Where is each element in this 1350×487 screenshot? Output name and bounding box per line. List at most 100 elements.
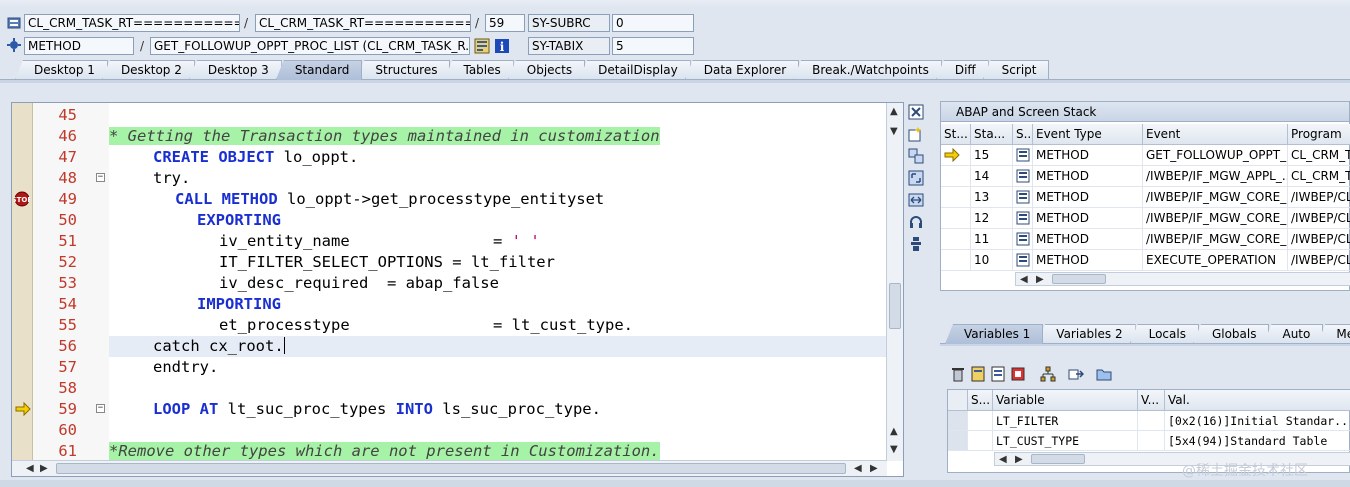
fold-toggle[interactable]: −	[96, 173, 105, 182]
stack-event-cell[interactable]: GET_FOLLOWUP_OPPT_...	[1143, 145, 1288, 166]
scroll-right-icon[interactable]: ▶	[40, 464, 48, 474]
stack-event-cell[interactable]: /IWBEP/IF_MGW_CORE_...	[1143, 229, 1288, 250]
navigate-icon[interactable]	[1068, 366, 1085, 382]
scroll-right-icon[interactable]: ▶	[1036, 275, 1044, 285]
headset-icon[interactable]	[908, 214, 924, 230]
tab-structures[interactable]: Structures	[356, 60, 451, 80]
fold-toggle[interactable]: −	[96, 404, 105, 413]
tab-desktop-2[interactable]: Desktop 2	[101, 60, 195, 80]
class-field[interactable]: CL_CRM_TASK_RT================	[24, 14, 240, 32]
tab-script[interactable]: Script	[982, 60, 1050, 80]
stack-level-cell[interactable]: 15	[971, 145, 1013, 166]
col-header[interactable]: S...	[1013, 124, 1033, 145]
code-text-area[interactable]: * Getting the Transaction types maintain…	[109, 103, 887, 461]
scroll-right-icon[interactable]: ▶	[1015, 455, 1023, 465]
stack-status-cell[interactable]	[941, 166, 971, 187]
col-header[interactable]: Sta...	[971, 124, 1013, 145]
stack-level-cell[interactable]: 12	[971, 208, 1013, 229]
stack-status-cell[interactable]	[941, 187, 971, 208]
scroll-thumb[interactable]	[56, 463, 846, 474]
col-header[interactable]	[948, 390, 968, 411]
scroll-left-icon[interactable]: ◀	[854, 464, 862, 474]
stack-event-cell[interactable]: /IWBEP/IF_MGW_CORE_...	[1143, 187, 1288, 208]
folder-icon[interactable]	[1096, 366, 1112, 382]
col-header[interactable]: Event Type	[1033, 124, 1143, 145]
variable-name-cell[interactable]: LT_CUST_TYPE	[993, 431, 1138, 451]
tab-breakpoints[interactable]: Break./Watchpoints	[793, 60, 942, 80]
stack-source-cell[interactable]	[1013, 229, 1033, 250]
scroll-right-icon[interactable]: ▶	[870, 464, 878, 474]
tab-variables-2[interactable]: Variables 2	[1037, 324, 1136, 344]
variable-value-cell[interactable]: [0x2(16)]Initial Standar...	[1165, 411, 1350, 431]
delete-icon[interactable]	[950, 366, 966, 382]
tab-desktop-1[interactable]: Desktop 1	[15, 60, 108, 80]
hierarchy-icon[interactable]	[1040, 366, 1056, 382]
stack-event-cell[interactable]: EXECUTE_OPERATION	[1143, 250, 1288, 271]
sy-tabix-value[interactable]: 5	[612, 37, 694, 55]
stack-level-cell[interactable]: 11	[971, 229, 1013, 250]
stack-program-cell[interactable]: /IWBEP/CL_	[1288, 187, 1350, 208]
settings-tool-icon[interactable]	[908, 236, 924, 252]
stack-level-cell[interactable]: 14	[971, 166, 1013, 187]
scroll-down-icon[interactable]: ▼	[890, 445, 898, 455]
tab-auto[interactable]: Auto	[1263, 324, 1324, 344]
tab-detaildisplay[interactable]: DetailDisplay	[579, 60, 691, 80]
info-icon[interactable]: i	[494, 38, 510, 54]
stack-level-cell[interactable]: 13	[971, 187, 1013, 208]
stack-event-type-cell[interactable]: METHOD	[1033, 166, 1143, 187]
event-type-field[interactable]: METHOD	[24, 37, 134, 55]
stack-status-cell[interactable]	[941, 250, 971, 271]
display-source-icon[interactable]	[474, 38, 490, 54]
include-field[interactable]: CL_CRM_TASK_RT================	[255, 14, 471, 32]
tab-diff[interactable]: Diff	[935, 60, 989, 80]
scroll-left-icon[interactable]: ◀	[26, 464, 34, 474]
scroll-thumb[interactable]	[1052, 274, 1106, 284]
tab-tables[interactable]: Tables	[444, 60, 514, 80]
variable-status-cell[interactable]	[968, 411, 993, 431]
stack-source-cell[interactable]	[1013, 166, 1033, 187]
scroll-down-icon[interactable]: ▼	[890, 127, 898, 137]
breakpoint-icon[interactable]: STOP	[12, 191, 32, 207]
col-header[interactable]: St...	[941, 124, 971, 145]
swap-tool-icon[interactable]	[908, 148, 924, 164]
stack-source-cell[interactable]	[1013, 208, 1033, 229]
stack-event-type-cell[interactable]: METHOD	[1033, 187, 1143, 208]
stack-horizontal-scrollbar[interactable]: ◀ ▶	[1015, 272, 1350, 286]
load-variables-icon[interactable]	[990, 366, 1006, 382]
tab-locals[interactable]: Locals	[1129, 324, 1199, 344]
stack-program-cell[interactable]: /IWBEP/CL_	[1288, 229, 1350, 250]
variable-status-cell[interactable]	[968, 431, 993, 451]
tab-variables-1[interactable]: Variables 1	[945, 324, 1044, 344]
stack-program-cell[interactable]: CL_CRM_TA	[1288, 145, 1350, 166]
stack-status-cell[interactable]	[941, 208, 971, 229]
scroll-thumb[interactable]	[1031, 454, 1085, 464]
close-icon[interactable]	[908, 104, 924, 120]
sy-subrc-value[interactable]: 0	[612, 14, 694, 32]
new-window-icon[interactable]	[908, 126, 924, 142]
scroll-thumb[interactable]	[889, 283, 901, 329]
variable-view-cell[interactable]	[1138, 411, 1165, 431]
col-header[interactable]: S...	[968, 390, 993, 411]
resize-horizontal-icon[interactable]	[908, 192, 924, 208]
tab-globals[interactable]: Globals	[1192, 324, 1270, 344]
line-number-field[interactable]: 59	[485, 14, 525, 32]
editor-horizontal-scrollbar[interactable]: ◀ ▶ ◀ ▶	[12, 460, 887, 476]
export-icon[interactable]	[1010, 366, 1026, 382]
stack-source-cell[interactable]	[1013, 187, 1033, 208]
col-header[interactable]: Val.	[1165, 390, 1350, 411]
scroll-up-icon[interactable]: ▲	[890, 107, 898, 117]
stack-event-cell[interactable]: /IWBEP/IF_MGW_APPL_...	[1143, 166, 1288, 187]
tab-data-explorer[interactable]: Data Explorer	[684, 60, 800, 80]
row-selector[interactable]	[948, 431, 968, 451]
scroll-left-icon[interactable]: ◀	[1020, 275, 1028, 285]
col-header[interactable]: Variable	[993, 390, 1138, 411]
col-header[interactable]: Program	[1288, 124, 1350, 145]
tab-desktop-3[interactable]: Desktop 3	[188, 60, 282, 80]
stack-status-cell[interactable]	[941, 145, 971, 166]
variable-view-cell[interactable]	[1138, 431, 1165, 451]
stack-event-type-cell[interactable]: METHOD	[1033, 250, 1143, 271]
event-field[interactable]: GET_FOLLOWUP_OPPT_PROC_LIST (CL_CRM_TASK…	[150, 37, 470, 55]
tab-standard[interactable]: Standard	[275, 60, 363, 80]
stack-event-type-cell[interactable]: METHOD	[1033, 145, 1143, 166]
scroll-up-icon[interactable]: ▲	[890, 427, 898, 437]
